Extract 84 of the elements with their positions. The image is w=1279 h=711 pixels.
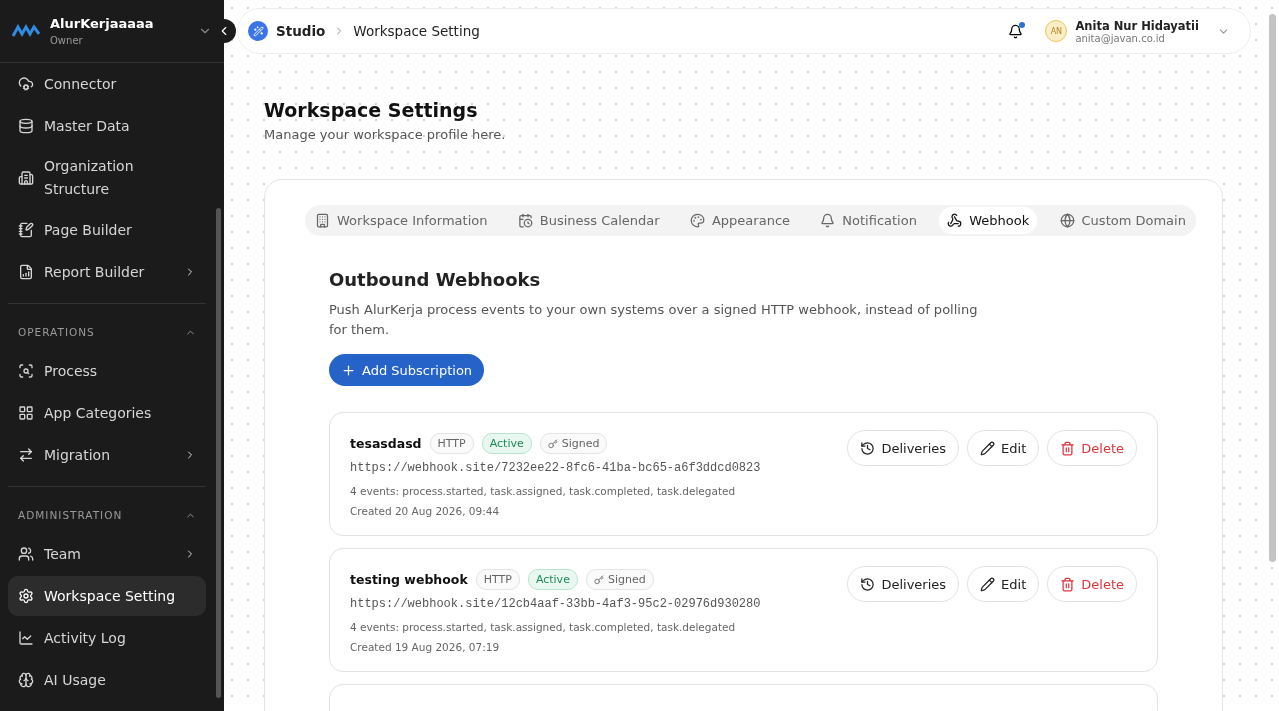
sidebar-item[interactable]: Workspace Setting xyxy=(8,576,206,616)
wand-icon xyxy=(248,21,268,41)
sidebar-item[interactable]: Connector xyxy=(8,64,206,104)
palette-icon xyxy=(689,213,705,228)
section-description: Push AlurKerja process events to your own systems over a signed HTTP webhook, instead of polling for them. xyxy=(329,301,979,339)
user-avatar: AN xyxy=(1045,20,1068,42)
plus-icon xyxy=(341,362,356,378)
sidebar-item[interactable]: AI Usage xyxy=(8,660,206,700)
globe-icon xyxy=(1059,213,1075,228)
key-icon xyxy=(547,438,558,449)
created-date: Created 20 Aug 2026, 09:44 xyxy=(350,505,501,517)
bell-icon xyxy=(820,213,836,228)
sidebar-item[interactable]: Page Builder xyxy=(8,210,206,250)
calendar-icon xyxy=(517,213,533,228)
logo-icon xyxy=(12,24,40,38)
action-button[interactable]: Edit xyxy=(967,566,1040,602)
sidebar-item[interactable]: Activity Log xyxy=(8,618,206,658)
tab[interactable]: Business Calendar xyxy=(509,207,668,234)
webhook-events: 4 events: process.started, task.assigned, task.completed, task.delegated xyxy=(350,621,737,633)
user-email: anita@javan.co.id xyxy=(1075,32,1165,44)
chart-icon xyxy=(18,630,34,646)
key-icon xyxy=(593,574,604,585)
add-subscription-button[interactable]: Add Subscription xyxy=(329,354,485,386)
sidebar-item[interactable]: Migration xyxy=(8,435,206,475)
user-name: Anita Nur Hidayatii xyxy=(1075,18,1199,33)
breadcrumb-current: Workspace Setting xyxy=(353,23,480,39)
action-button[interactable]: Delete xyxy=(1047,430,1137,466)
section-heading: Outbound Webhooks xyxy=(329,269,542,290)
brain-icon xyxy=(18,672,34,688)
webhook-icon xyxy=(947,213,963,228)
cloud-icon xyxy=(18,76,34,92)
grid-icon xyxy=(18,405,34,421)
status-tag: Active xyxy=(481,433,532,454)
report-icon xyxy=(18,264,34,280)
scrollbar[interactable] xyxy=(1269,14,1276,562)
building-icon xyxy=(18,170,34,186)
webhook-url: https://webhook.site/12cb4aaf-33bb-4af3-95c2-02976d930280 xyxy=(350,597,761,611)
sidebar-item[interactable]: Team xyxy=(8,534,206,574)
pencil-icon xyxy=(980,440,996,456)
history-icon xyxy=(860,440,876,456)
page-title: Workspace Settings xyxy=(264,99,479,121)
workspace-name: AlurKerjaaaaa xyxy=(50,16,155,31)
action-button[interactable]: Deliveries xyxy=(847,430,960,466)
breadcrumb-link[interactable]: Studio xyxy=(276,23,326,39)
building-icon xyxy=(315,213,330,228)
sidebar-item[interactable]: App Categories xyxy=(8,393,206,433)
webhook-name: testing webhook xyxy=(350,572,468,587)
settings-icon xyxy=(18,588,34,604)
sidebar-item[interactable]: Master Data xyxy=(8,106,206,146)
history-icon xyxy=(860,576,876,592)
notification-button[interactable] xyxy=(1008,23,1024,39)
sidebar-item[interactable]: Organization Structure xyxy=(8,148,206,208)
signed-tag: Signed xyxy=(539,433,608,454)
action-button[interactable]: Edit xyxy=(967,430,1040,466)
arrows-icon xyxy=(18,447,34,463)
action-button[interactable]: Deliveries xyxy=(847,566,960,602)
workspace-role: Owner xyxy=(50,35,84,46)
pencil-icon xyxy=(980,576,996,592)
webhook-name: tesasdasd xyxy=(350,436,422,451)
section-title: OPERATIONS xyxy=(18,326,95,338)
trash-icon xyxy=(1060,440,1076,456)
tab[interactable]: Notification xyxy=(812,207,925,234)
page-subtitle: Manage your workspace profile here. xyxy=(264,127,507,142)
database-icon xyxy=(18,118,34,134)
notebook-icon xyxy=(18,222,34,238)
action-button[interactable]: Delete xyxy=(1047,566,1137,602)
created-date: Created 19 Aug 2026, 07:19 xyxy=(350,641,501,653)
scrollbar[interactable] xyxy=(216,208,221,698)
signed-tag: Signed xyxy=(585,569,654,590)
section-title: ADMINISTRATION xyxy=(18,509,123,521)
sidebar-item[interactable]: Process xyxy=(8,351,206,391)
tab[interactable]: Workspace Information xyxy=(307,207,496,234)
protocol-tag: HTTP xyxy=(429,433,474,454)
tab[interactable]: Appearance xyxy=(681,207,799,234)
status-tag: Active xyxy=(527,569,578,590)
users-icon xyxy=(18,546,34,562)
sidebar-item[interactable]: Report Builder xyxy=(8,252,206,292)
scan-icon xyxy=(18,363,34,379)
webhook-events: 4 events: process.started, task.assigned, task.completed, task.delegated xyxy=(350,485,737,497)
webhook-url: https://webhook.site/7232ee22-8fc6-41ba-bc65-a6f3ddcd0823 xyxy=(350,461,761,475)
trash-icon xyxy=(1060,576,1076,592)
protocol-tag: HTTP xyxy=(475,569,520,590)
tab[interactable]: Custom Domain xyxy=(1051,207,1194,234)
tab[interactable]: Webhook xyxy=(939,207,1038,234)
